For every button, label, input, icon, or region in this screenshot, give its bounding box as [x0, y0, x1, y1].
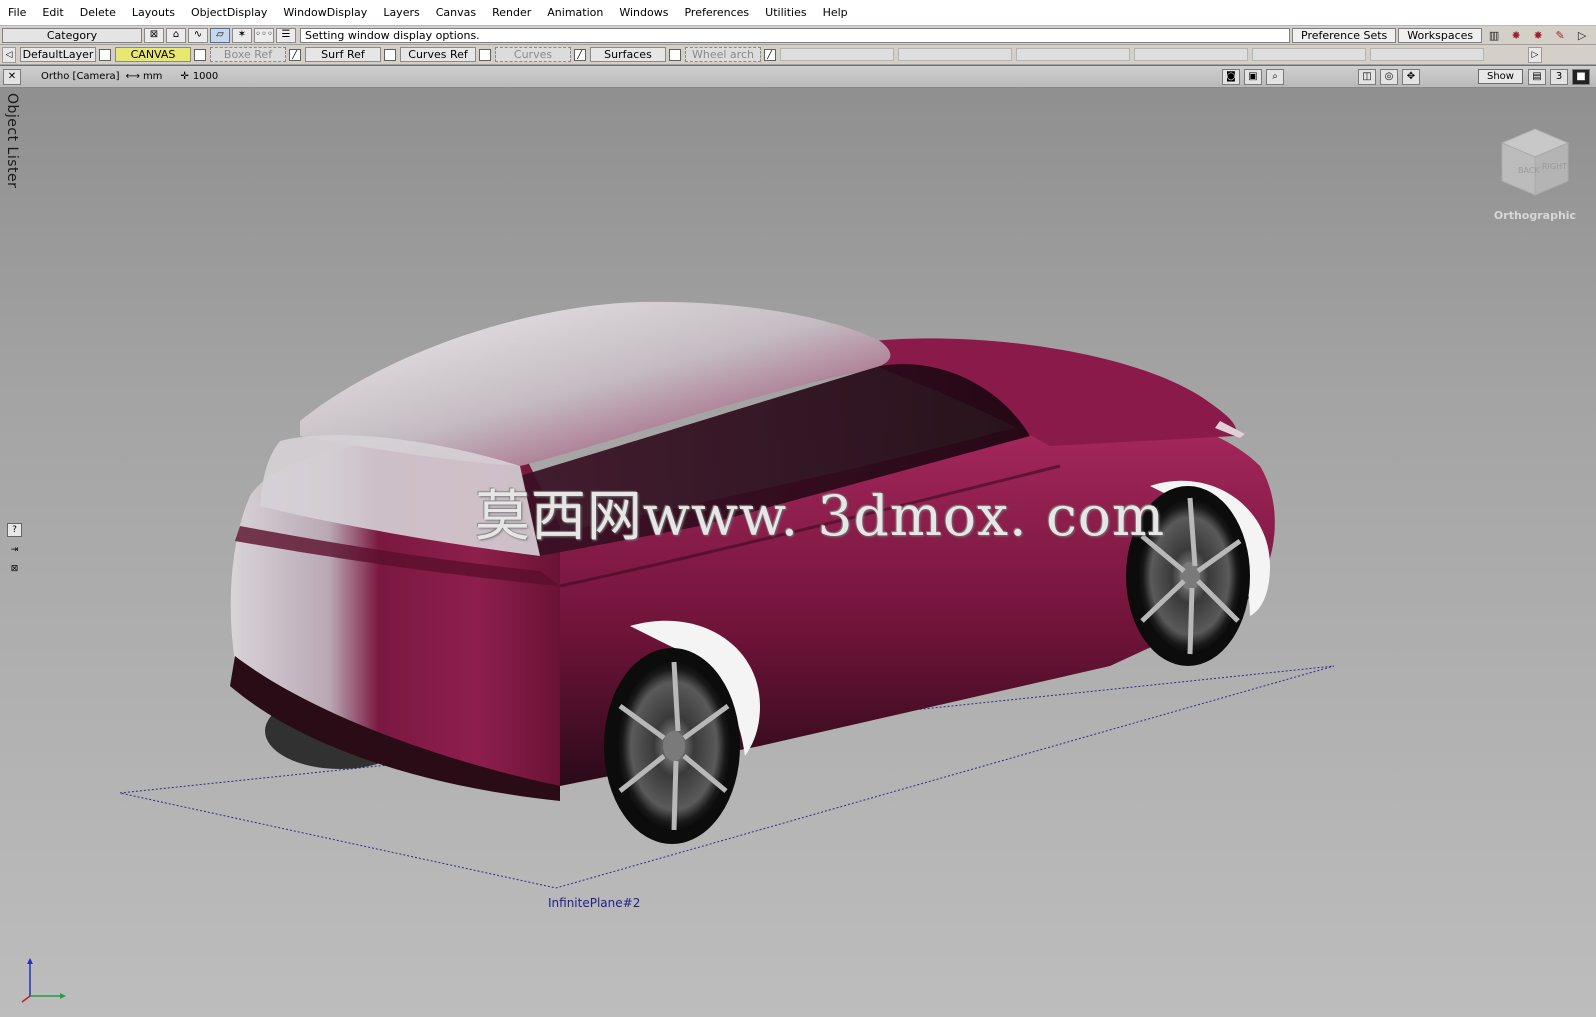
- menu-animation[interactable]: Animation: [547, 6, 603, 19]
- rear-wheel: [604, 648, 740, 844]
- preference-sets-button[interactable]: Preference Sets: [1292, 27, 1397, 43]
- layer-curves-ref-visibility[interactable]: [479, 48, 491, 61]
- menu-file[interactable]: File: [8, 6, 26, 19]
- layer-canvas-visibility[interactable]: [194, 48, 206, 61]
- workspaces-button[interactable]: Workspaces: [1398, 27, 1483, 43]
- surface-tool-icon[interactable]: ▱: [210, 27, 230, 43]
- modeling-viewport[interactable]: ✕ Ortho [Camera] ⟷ mm ✛ 1000 ◙ ▣ ⌕ ◫ ◎ ✥…: [0, 65, 1596, 1017]
- layout-icon[interactable]: ▥: [1484, 28, 1504, 43]
- menu-canvas[interactable]: Canvas: [436, 6, 476, 19]
- expand-right-icon[interactable]: ▷: [1572, 28, 1592, 43]
- layer-boxe-ref[interactable]: Boxe Ref: [210, 47, 286, 62]
- layer-curves-visibility[interactable]: ╱: [574, 48, 586, 61]
- layer-curves-ref[interactable]: Curves Ref: [400, 47, 476, 62]
- layer-empty-slot[interactable]: [1252, 48, 1366, 61]
- layer-surf-ref-visibility[interactable]: [384, 48, 396, 61]
- menu-windows[interactable]: Windows: [619, 6, 668, 19]
- infinite-plane-label: InfinitePlane#2: [548, 896, 641, 910]
- layer-curves[interactable]: Curves: [495, 47, 571, 62]
- curve-tool-icon[interactable]: ∿: [188, 27, 208, 43]
- pick-object-icon[interactable]: ⊠: [144, 27, 164, 43]
- layer-empty-slot[interactable]: [898, 48, 1012, 61]
- layer-default-visibility[interactable]: [99, 48, 111, 61]
- shelf-bar: Category ⊠ ⌂ ∿ ▱ ✶ ◦◦◦ ☰ Setting window …: [0, 26, 1596, 45]
- menu-edit[interactable]: Edit: [42, 6, 63, 19]
- layer-bar: ◁ DefaultLayer CANVAS Boxe Ref ╱ Surf Re…: [0, 45, 1596, 65]
- watermark-text: 莫西网www. 3dmox. com: [475, 484, 1166, 548]
- layer-empty-slot[interactable]: [1016, 48, 1130, 61]
- cv-tool-icon[interactable]: ✶: [232, 27, 252, 43]
- menu-layers[interactable]: Layers: [383, 6, 419, 19]
- layer-empty-slot[interactable]: [1134, 48, 1248, 61]
- layer-surfaces-visibility[interactable]: [669, 48, 681, 61]
- menu-render[interactable]: Render: [492, 6, 531, 19]
- layer-canvas[interactable]: CANVAS: [115, 47, 191, 62]
- world-axes-icon: [21, 958, 66, 1003]
- points-tool-icon[interactable]: ◦◦◦: [254, 27, 274, 43]
- render-tool-icon[interactable]: ✸: [1506, 28, 1526, 43]
- layer-scroll-left-icon[interactable]: ◁: [2, 46, 16, 63]
- menu-objectdisplay[interactable]: ObjectDisplay: [191, 6, 267, 19]
- layer-boxe-ref-visibility[interactable]: ╱: [289, 48, 301, 61]
- menu-bar: File Edit Delete Layouts ObjectDisplay W…: [0, 0, 1596, 26]
- layer-wheel-arch[interactable]: Wheel arch: [685, 47, 761, 62]
- menu-windowdisplay[interactable]: WindowDisplay: [283, 6, 367, 19]
- menu-layouts[interactable]: Layouts: [132, 6, 175, 19]
- layer-empty-slot[interactable]: [1370, 48, 1484, 61]
- layer-scroll-right-icon[interactable]: ▷: [1528, 46, 1542, 63]
- layer-wheel-arch-visibility[interactable]: ╱: [764, 48, 776, 61]
- menu-delete[interactable]: Delete: [80, 6, 116, 19]
- prompt-line: Setting window display options.: [300, 27, 1290, 43]
- pick-component-icon[interactable]: ⌂: [166, 27, 186, 43]
- layer-surfaces[interactable]: Surfaces: [590, 47, 666, 62]
- prompt-history-icon[interactable]: ☰: [276, 27, 296, 43]
- layer-surf-ref[interactable]: Surf Ref: [305, 47, 381, 62]
- layer-default[interactable]: DefaultLayer: [20, 47, 96, 62]
- menu-help[interactable]: Help: [823, 6, 848, 19]
- paint-tool-icon[interactable]: ✎: [1550, 28, 1570, 43]
- menu-utilities[interactable]: Utilities: [765, 6, 806, 19]
- layer-empty-slot[interactable]: [780, 48, 894, 61]
- category-button[interactable]: Category: [2, 27, 142, 43]
- menu-preferences[interactable]: Preferences: [684, 6, 749, 19]
- light-tool-icon[interactable]: ✸: [1528, 28, 1548, 43]
